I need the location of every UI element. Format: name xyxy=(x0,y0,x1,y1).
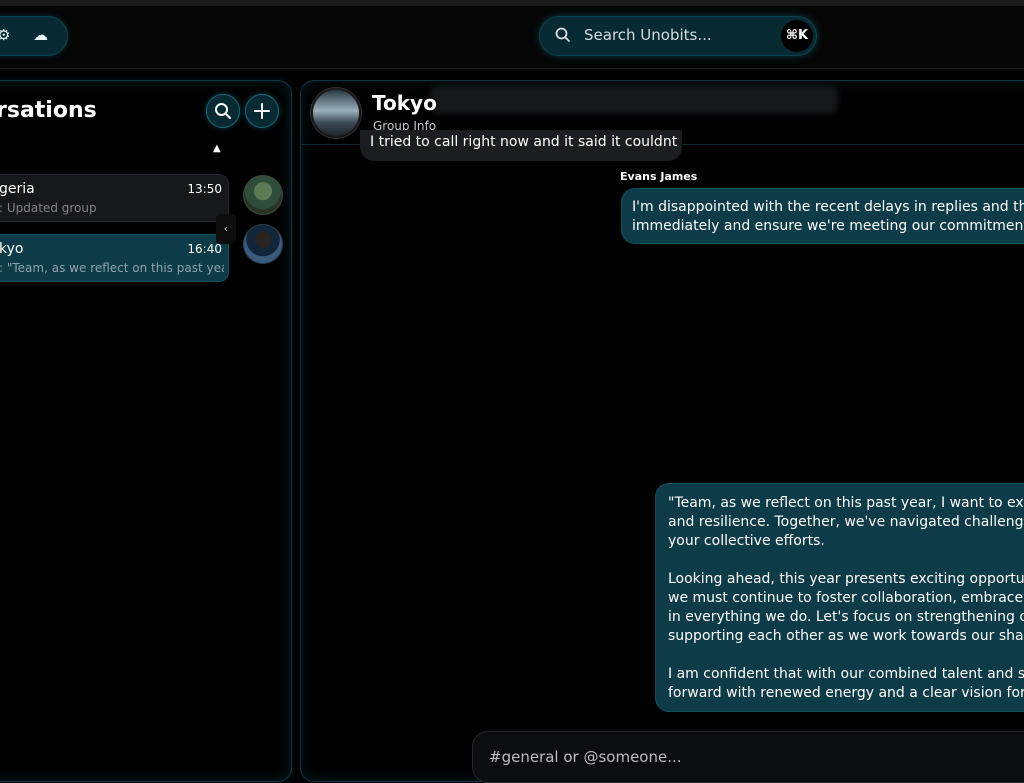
blurred-message xyxy=(430,86,838,114)
message-line: I'm disappointed with the recent delays … xyxy=(632,199,1024,215)
message-sender: Evans James xyxy=(620,170,698,183)
avatar[interactable] xyxy=(243,224,283,264)
conversation-preview: : "Team, as we reflect on this past yea.… xyxy=(0,261,224,275)
message-line: your collective efforts. xyxy=(668,533,825,549)
message-line: in everything we do. Let's focus on stre… xyxy=(668,609,1024,625)
conversation-name: geria xyxy=(0,181,35,197)
cloud-icon[interactable]: ☁ xyxy=(33,26,48,44)
chat-title: Tokyo xyxy=(372,91,437,115)
conversation-preview: : Updated group xyxy=(0,201,97,215)
message-line: I am confident that with our combined ta… xyxy=(668,666,1024,682)
message-paragraph: "Team, as we reflect on this past year, … xyxy=(668,494,1024,551)
message-input[interactable] xyxy=(487,744,1024,770)
conversation-item-active[interactable]: kyo 16:40 : "Team, as we reflect on this… xyxy=(0,234,229,282)
message-bubble-own: "Team, as we reflect on this past year, … xyxy=(655,483,1024,712)
message-line: Looking ahead, this year presents exciti… xyxy=(668,571,1024,587)
conversation-time: 13:50 xyxy=(187,182,222,196)
avatar[interactable] xyxy=(243,175,283,215)
message-line: "Team, as we reflect on this past year, … xyxy=(668,495,1024,511)
conversation-item[interactable]: geria 13:50 : Updated group xyxy=(0,174,229,222)
sort-caret-icon[interactable]: ▲ xyxy=(213,143,221,154)
global-search[interactable]: Search Unobits... ⌘K xyxy=(539,16,817,56)
message-bubble-own: I'm disappointed with the recent delays … xyxy=(621,188,1024,244)
toolbar-pill: ⚙ ☁ xyxy=(0,16,68,56)
plus-icon xyxy=(254,103,270,119)
message-line: immediately and ensure we're meeting our… xyxy=(632,218,1024,234)
message-line: forward with renewed energy and a clear … xyxy=(668,685,1024,701)
conversation-name: kyo xyxy=(0,241,24,257)
new-conversation-button[interactable] xyxy=(245,94,279,128)
search-placeholder: Search Unobits... xyxy=(584,26,712,44)
message-line: supporting each other as we work towards… xyxy=(668,628,1024,644)
collapse-sidebar-button[interactable]: ‹ xyxy=(216,214,236,244)
search-icon xyxy=(215,103,231,119)
message-paragraph: I am confident that with our combined ta… xyxy=(668,665,1024,703)
top-bar: ⚙ ☁ Search Unobits... ⌘K xyxy=(0,6,1024,69)
message-line: we must continue to foster collaboration… xyxy=(668,590,1024,606)
message-line: and resilience. Together, we've navigate… xyxy=(668,514,1024,530)
panel-title: rsations xyxy=(0,98,97,123)
message-text: I tried to call right now and it said it… xyxy=(370,134,678,150)
message-paragraph: Looking ahead, this year presents exciti… xyxy=(668,570,1024,646)
conversation-time: 16:40 xyxy=(187,242,222,256)
settings-icon[interactable]: ⚙ xyxy=(0,26,10,44)
message-composer xyxy=(472,731,1024,783)
message-bubble: I tried to call right now and it said it… xyxy=(360,130,682,161)
shortcut-badge: ⌘K xyxy=(781,20,813,52)
search-conversations-button[interactable] xyxy=(206,94,240,128)
group-avatar[interactable] xyxy=(311,88,361,138)
search-icon xyxy=(555,27,570,42)
